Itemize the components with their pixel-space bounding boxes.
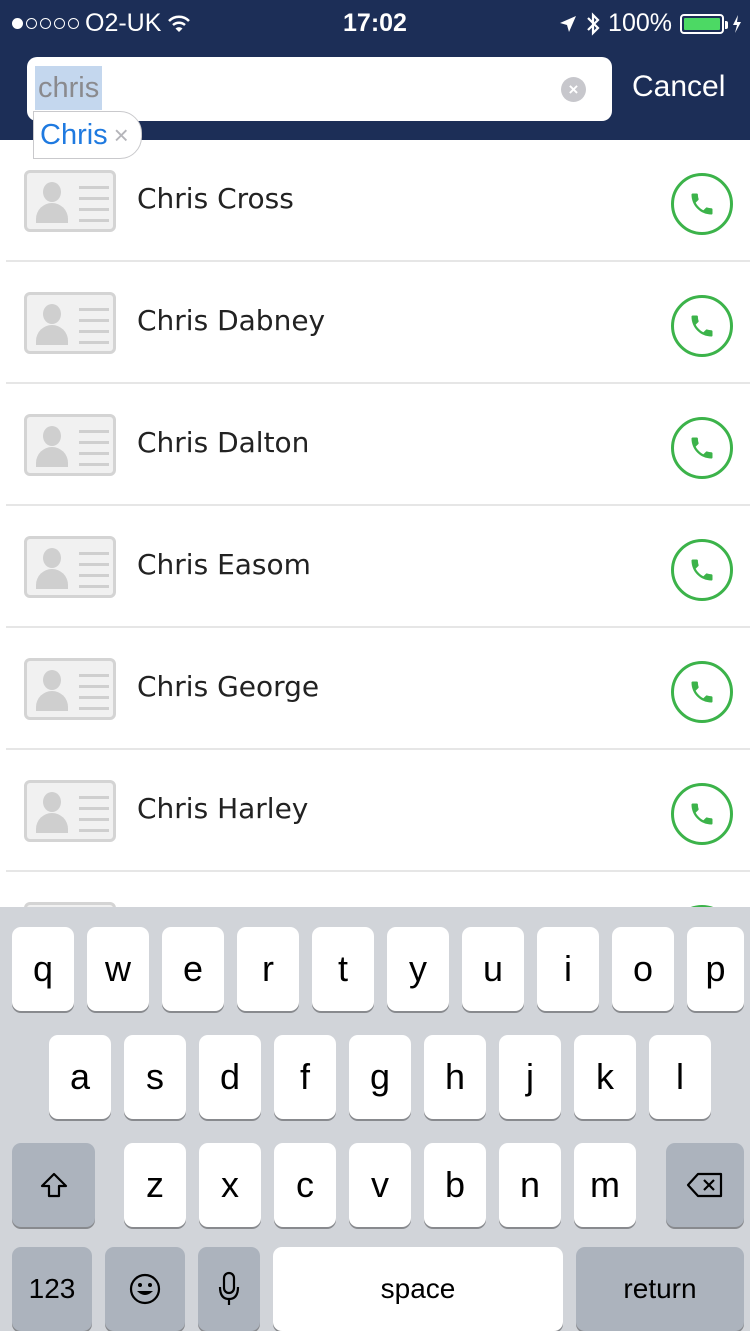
shift-icon [40, 1172, 67, 1198]
contact-name: Chris Dabney [137, 304, 326, 337]
phone-icon[interactable] [671, 173, 733, 235]
key-p[interactable]: p [687, 927, 744, 1011]
contact-name: Chris Harley [137, 792, 309, 825]
key-x[interactable]: x [199, 1143, 261, 1227]
clear-icon[interactable]: × [561, 77, 586, 102]
emoji-key[interactable] [105, 1247, 185, 1331]
suggestion-text[interactable]: Chris [40, 119, 108, 152]
key-m[interactable]: m [574, 1143, 636, 1227]
key-n[interactable]: n [499, 1143, 561, 1227]
contact-card-icon [24, 536, 116, 598]
list-item[interactable]: Chris Dalton [0, 384, 750, 506]
key-h[interactable]: h [424, 1035, 486, 1119]
search-input-value[interactable]: chris [35, 66, 103, 110]
list-item[interactable]: Chris Dabney [0, 262, 750, 384]
key-l[interactable]: l [649, 1035, 711, 1119]
contact-card-icon [24, 170, 116, 232]
phone-icon[interactable] [671, 539, 733, 601]
list-item[interactable]: Chris Easom [0, 506, 750, 628]
dismiss-suggestion-icon[interactable]: × [114, 122, 129, 148]
phone-icon[interactable] [671, 661, 733, 723]
bluetooth-icon [587, 11, 600, 36]
list-item[interactable]: Chris George [0, 628, 750, 750]
keyboard: q w e r t y u i o p a s d f g h j k l z … [0, 907, 750, 1331]
battery-icon [680, 13, 728, 34]
key-s[interactable]: s [124, 1035, 186, 1119]
phone-icon[interactable] [671, 295, 733, 357]
emoji-icon [129, 1273, 161, 1305]
microphone-icon [218, 1271, 240, 1305]
contact-card-icon [24, 658, 116, 720]
key-t[interactable]: t [312, 927, 374, 1011]
shift-key[interactable] [12, 1143, 95, 1227]
charging-bolt-icon [733, 14, 741, 33]
key-o[interactable]: o [612, 927, 674, 1011]
contact-name: Chris Easom [137, 548, 311, 581]
battery-percent: 100% [608, 9, 672, 37]
contact-card-icon [24, 780, 116, 842]
key-g[interactable]: g [349, 1035, 411, 1119]
key-a[interactable]: a [49, 1035, 111, 1119]
key-i[interactable]: i [537, 927, 599, 1011]
contact-name: Chris Cross [137, 182, 294, 215]
key-d[interactable]: d [199, 1035, 261, 1119]
location-arrow-icon [560, 15, 577, 32]
status-bar-right: 100% [558, 9, 742, 38]
key-k[interactable]: k [574, 1035, 636, 1119]
list-item[interactable]: Chris Harley [0, 750, 750, 872]
key-q[interactable]: q [12, 927, 74, 1011]
contact-name: Chris George [137, 670, 320, 703]
backspace-icon [686, 1172, 723, 1198]
key-f[interactable]: f [274, 1035, 336, 1119]
phone-icon[interactable] [671, 417, 733, 479]
key-j[interactable]: j [499, 1035, 561, 1119]
key-b[interactable]: b [424, 1143, 486, 1227]
space-key[interactable]: space [273, 1247, 563, 1331]
contact-name: Chris Dalton [137, 426, 310, 459]
contact-card-icon [24, 292, 116, 354]
backspace-key[interactable] [666, 1143, 744, 1227]
key-w[interactable]: w [87, 927, 149, 1011]
key-v[interactable]: v [349, 1143, 411, 1227]
key-e[interactable]: e [162, 927, 224, 1011]
dictation-key[interactable] [198, 1247, 260, 1331]
key-u[interactable]: u [462, 927, 524, 1011]
autocorrect-suggestion[interactable]: Chris × [33, 111, 142, 159]
key-r[interactable]: r [237, 927, 299, 1011]
status-bar: O2-UK 17:02 100% [0, 0, 750, 48]
key-y[interactable]: y [387, 927, 449, 1011]
contact-card-icon [24, 414, 116, 476]
return-key[interactable]: return [576, 1247, 744, 1331]
cancel-button[interactable]: Cancel [632, 70, 725, 104]
key-z[interactable]: z [124, 1143, 186, 1227]
key-c[interactable]: c [274, 1143, 336, 1227]
numbers-key[interactable]: 123 [12, 1247, 92, 1331]
phone-icon[interactable] [671, 783, 733, 845]
